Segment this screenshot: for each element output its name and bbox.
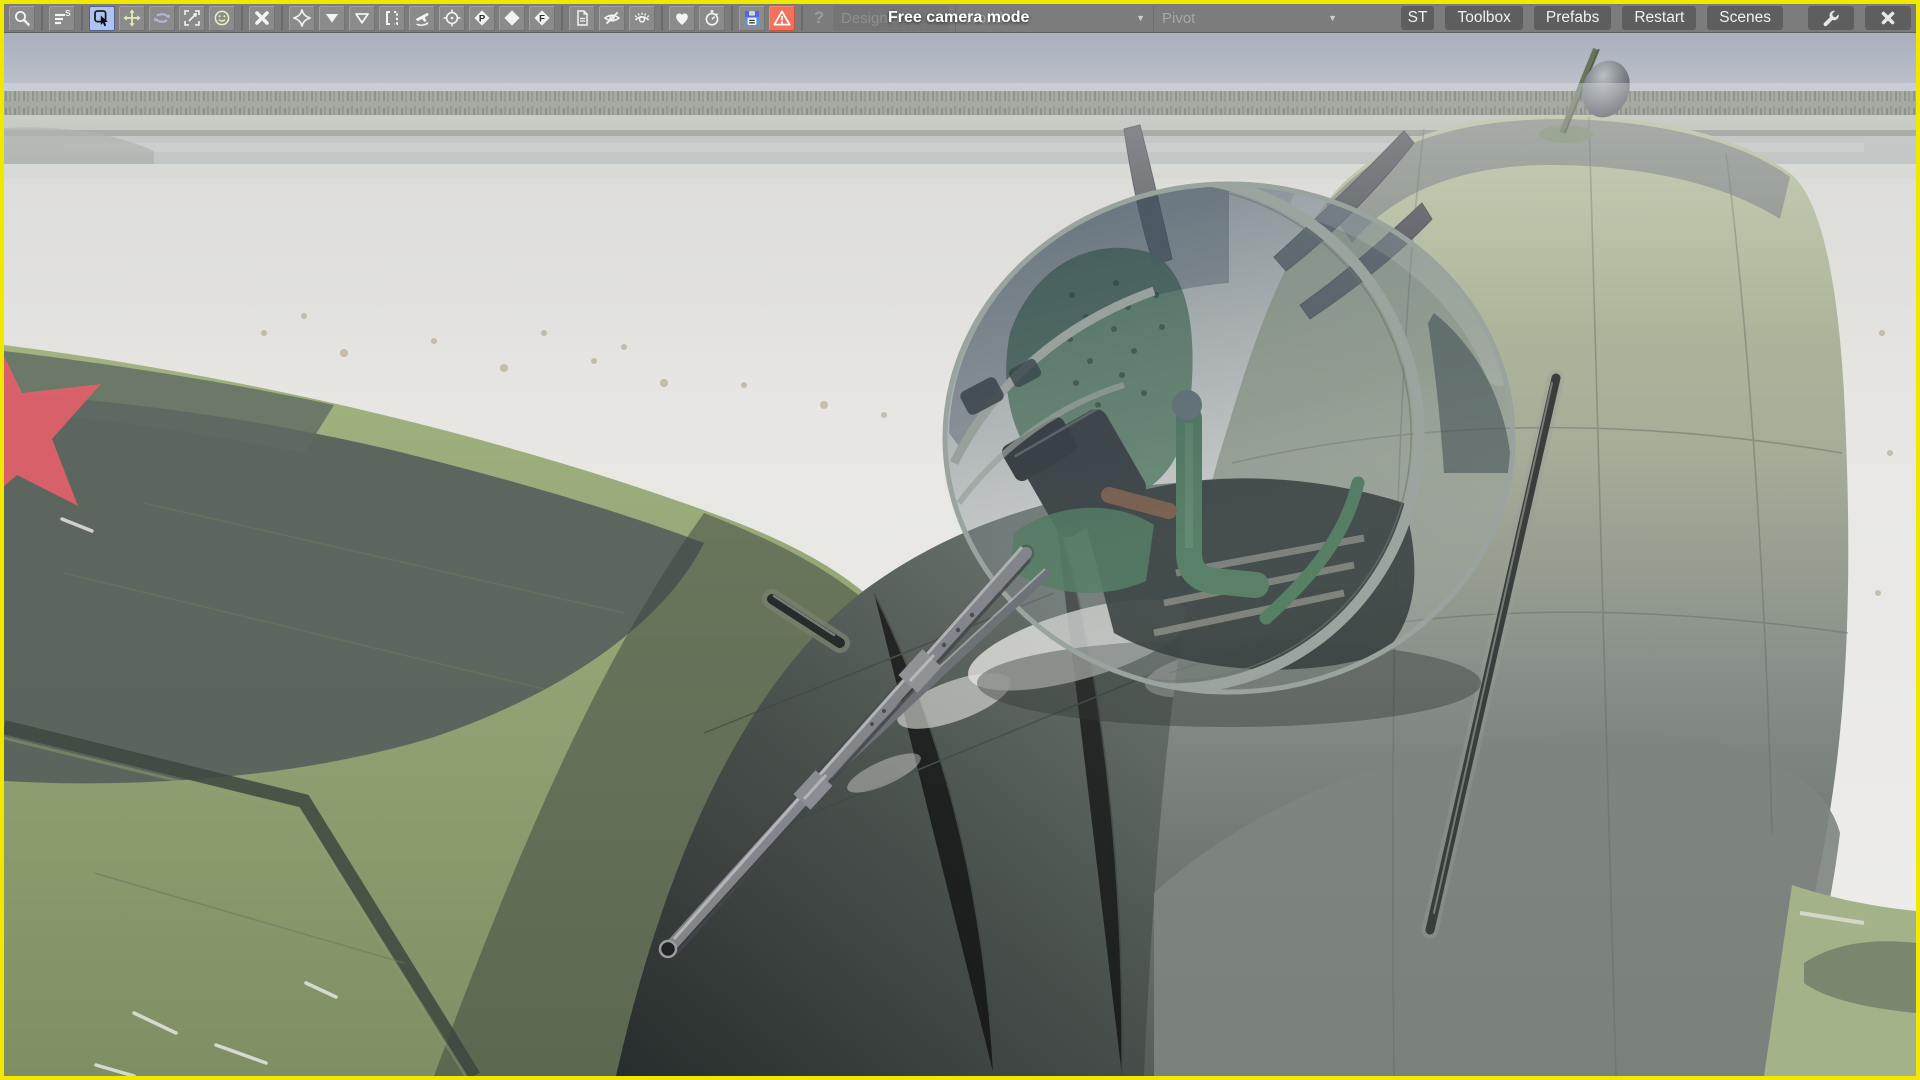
help-icon: ?	[814, 8, 824, 28]
select-tool-button[interactable]	[89, 6, 115, 31]
heart-icon	[672, 8, 692, 28]
toolbar-separator	[561, 6, 563, 31]
toolbar-separator	[241, 6, 243, 31]
toolbar-right-cluster: ST Toolbox Prefabs Restart Scenes	[1401, 6, 1913, 30]
nav-star-button[interactable]	[289, 6, 315, 31]
viewport-3d[interactable]	[4, 33, 1916, 1076]
world-dropdown-value: World	[964, 10, 1003, 27]
scale-tool-button[interactable]	[179, 6, 205, 31]
plane-follow-button[interactable]	[409, 6, 435, 31]
horizon-fog	[4, 83, 1916, 333]
rotate-tool-icon	[152, 8, 172, 28]
toolbar-separator	[281, 6, 283, 31]
plane-follow-icon	[412, 8, 432, 28]
toolbar-separator	[41, 6, 43, 31]
prefabs-button[interactable]: Prefabs	[1534, 6, 1611, 30]
st-button[interactable]: ST	[1401, 6, 1435, 30]
scene-svg	[4, 33, 1916, 1076]
select-tool-icon	[92, 8, 112, 28]
pivot-dropdown[interactable]: Pivot ▼	[1153, 6, 1345, 31]
toolbar-separator	[661, 6, 663, 31]
mode-dropdown-value: Designer	[841, 10, 901, 27]
move-tool-button[interactable]	[119, 6, 145, 31]
scenes-button[interactable]: Scenes	[1707, 6, 1783, 30]
close-button[interactable]	[1865, 6, 1911, 30]
warning-icon	[772, 8, 792, 28]
eye-hidden-button[interactable]	[599, 6, 625, 31]
delete-x-icon	[252, 8, 272, 28]
toolbox-button[interactable]: Toolbox	[1445, 6, 1522, 30]
world-dropdown[interactable]: World ▼	[955, 6, 1153, 31]
pivot-dropdown-value: Pivot	[1162, 10, 1195, 27]
diamond-p-button[interactable]: P	[469, 6, 495, 31]
svg-text:P: P	[479, 13, 486, 24]
diamond-f-icon: F	[532, 8, 552, 28]
diamond-p-icon: P	[472, 8, 492, 28]
scale-tool-icon	[182, 8, 202, 28]
close-icon	[1879, 9, 1897, 27]
rotate-tool-button[interactable]	[149, 6, 175, 31]
document-icon	[572, 8, 592, 28]
save-icon	[742, 8, 762, 28]
warning-button[interactable]	[769, 6, 795, 31]
sort-order-button[interactable]: S	[49, 6, 75, 31]
search-icon	[12, 8, 32, 28]
toolbar-separator	[801, 6, 803, 31]
screen-frame: S	[0, 0, 1920, 1080]
heart-button[interactable]	[669, 6, 695, 31]
editor-toolbar: S	[4, 4, 1916, 33]
mode-dropdown[interactable]: Designer	[833, 6, 949, 31]
triangle-down-filled-button[interactable]	[319, 6, 345, 31]
settings-wrench-button[interactable]	[1808, 6, 1854, 30]
help-button[interactable]: ?	[807, 6, 831, 31]
stopwatch-icon	[702, 8, 722, 28]
mirror-icon	[382, 8, 402, 28]
eye-visible-icon	[632, 8, 652, 28]
chevron-down-icon: ▼	[1318, 13, 1337, 23]
move-tool-icon	[122, 8, 142, 28]
search-button[interactable]	[9, 6, 35, 31]
restart-button[interactable]: Restart	[1622, 6, 1696, 30]
muzzle-bore	[660, 941, 676, 957]
triangle-down-outline-icon	[352, 8, 372, 28]
document-button[interactable]	[569, 6, 595, 31]
delete-x-button[interactable]	[249, 6, 275, 31]
smiley-icon	[212, 8, 232, 28]
diamond-f-button[interactable]: F	[529, 6, 555, 31]
triangle-down-filled-icon	[322, 8, 342, 28]
nav-star-icon	[292, 8, 312, 28]
wrench-icon	[1821, 8, 1841, 28]
triangle-down-outline-button[interactable]	[349, 6, 375, 31]
svg-text:S: S	[65, 9, 71, 18]
smiley-button[interactable]	[209, 6, 235, 31]
toolbar-separator	[731, 6, 733, 31]
crosshair-button[interactable]	[439, 6, 465, 31]
diamond-icon	[502, 8, 522, 28]
eye-hidden-icon	[602, 8, 622, 28]
crosshair-icon	[442, 8, 462, 28]
svg-text:F: F	[539, 13, 545, 24]
stopwatch-button[interactable]	[699, 6, 725, 31]
eye-visible-button[interactable]	[629, 6, 655, 31]
diamond-button[interactable]	[499, 6, 525, 31]
sort-order-icon: S	[52, 8, 72, 28]
save-button[interactable]	[739, 6, 765, 31]
chevron-down-icon: ▼	[1126, 13, 1145, 23]
toolbar-separator	[81, 6, 83, 31]
mirror-button[interactable]	[379, 6, 405, 31]
